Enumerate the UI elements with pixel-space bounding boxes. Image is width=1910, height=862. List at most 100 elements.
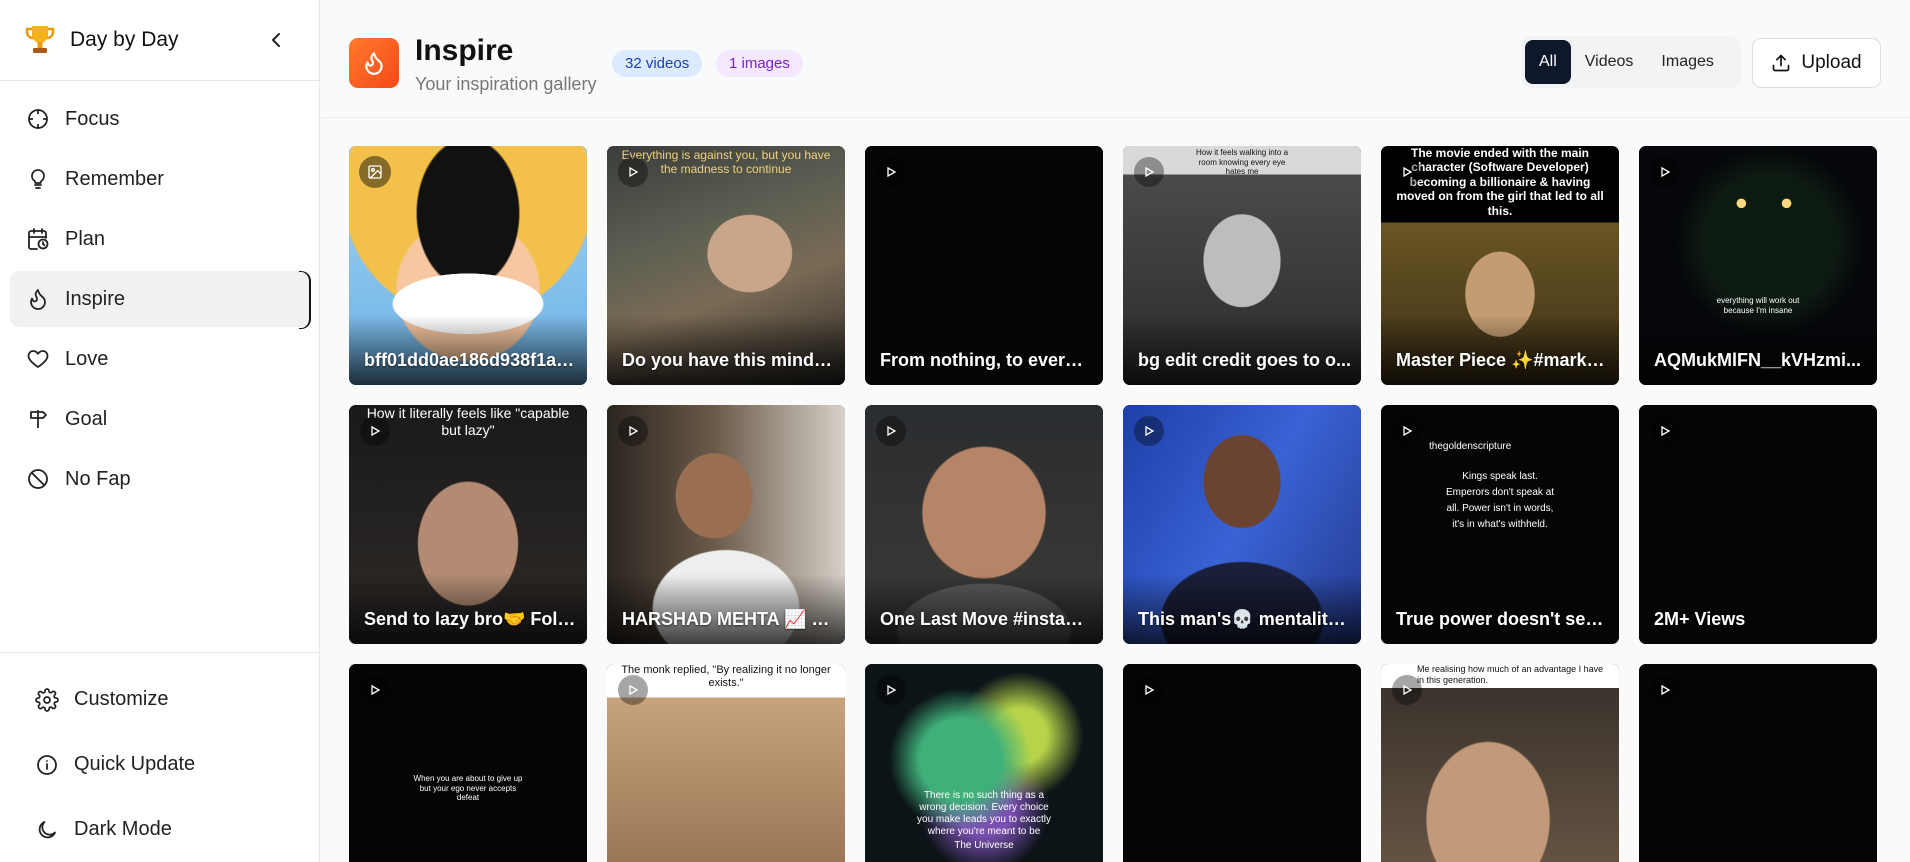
- play-icon: [1392, 675, 1422, 705]
- gallery-caption: This man's💀 mentality ...: [1138, 609, 1351, 629]
- gallery-item[interactable]: How it feels walking into a room knowing…: [1123, 146, 1361, 385]
- gallery-caption: AQMukMlFN__kVHzmi...: [1654, 350, 1862, 370]
- video-overlay-text: There is no such thing as a wrong decisi…: [917, 790, 1051, 837]
- flame-icon: [25, 286, 51, 312]
- sidebar-item-focus[interactable]: Focus: [10, 91, 309, 147]
- video-overlay-text: How it feels walking into a room knowing…: [1195, 148, 1289, 177]
- video-overlay-text: The movie ended with the main character …: [1396, 146, 1604, 218]
- video-overlay-text: everything will work out because I'm ins…: [1716, 296, 1800, 315]
- video-overlay-handle: thegoldenscripture: [1429, 441, 1512, 452]
- images-count-badge: 1 images: [716, 50, 803, 77]
- page-title: Inspire: [415, 34, 514, 67]
- customize-button[interactable]: Customize: [0, 667, 319, 732]
- gallery-caption: Send to lazy bro🤝 Follo...: [364, 609, 577, 629]
- gallery-caption: One Last Move #instago...: [880, 609, 1093, 629]
- brand-header: Day by Day: [0, 0, 319, 81]
- sidebar-item-plan[interactable]: Plan: [10, 211, 309, 267]
- customize-label: Customize: [74, 688, 169, 710]
- sidebar-item-label: Focus: [65, 107, 120, 130]
- chevron-left-icon: [272, 33, 280, 47]
- gallery-item[interactable]: There is no such thing as a wrong decisi…: [865, 664, 1103, 862]
- play-icon: [618, 416, 648, 446]
- sidebar-item-inspire[interactable]: Inspire: [10, 271, 311, 329]
- video-overlay-text: Everything is against you, but you have …: [621, 148, 831, 177]
- play-icon: [1650, 157, 1680, 187]
- sidebar-item-label: Love: [65, 347, 109, 370]
- page-subtitle: Your inspiration gallery: [415, 74, 597, 94]
- gallery-item[interactable]: One Last Move #instago...: [865, 405, 1103, 644]
- play-icon: [360, 416, 390, 446]
- play-icon: [618, 675, 648, 705]
- filter-all[interactable]: All: [1525, 40, 1571, 84]
- video-overlay-text: Kings speak last. Emperors don't speak a…: [1445, 471, 1555, 530]
- heart-icon: [25, 346, 51, 372]
- play-icon: [1134, 675, 1164, 705]
- upload-button[interactable]: Upload: [1752, 38, 1881, 88]
- quick-update-label: Quick Update: [74, 753, 196, 775]
- play-icon: [1134, 157, 1164, 187]
- gallery-item[interactable]: thegoldenscripture Kings speak last. Emp…: [1381, 405, 1619, 644]
- gallery-item[interactable]: Everything is against you, but you have …: [607, 146, 845, 385]
- play-icon: [360, 675, 390, 705]
- sidebar-item-label: Inspire: [65, 287, 126, 310]
- sidebar-item-nofap[interactable]: No Fap: [10, 451, 309, 507]
- gallery-item[interactable]: bff01dd0ae186d938f1af8...: [349, 146, 587, 385]
- gallery-item[interactable]: When you are about to give up but your e…: [349, 664, 587, 862]
- filter-videos[interactable]: Videos: [1571, 40, 1648, 84]
- video-overlay-text: When you are about to give up but your e…: [413, 774, 523, 803]
- sidebar-item-love[interactable]: Love: [10, 331, 309, 387]
- sidebar-bottom: Customize Quick Update Dark Mode: [0, 652, 319, 862]
- gallery-caption: Do you have this minds...: [622, 350, 835, 370]
- play-icon: [1134, 416, 1164, 446]
- gallery-caption: True power doesn't seek...: [1396, 609, 1609, 629]
- sidebar-item-label: Remember: [65, 167, 164, 190]
- play-icon: [1392, 416, 1422, 446]
- gallery-item[interactable]: [1639, 664, 1877, 862]
- play-icon: [876, 675, 906, 705]
- gallery-caption: 2M+ Views: [1654, 609, 1746, 629]
- collapse-sidebar-button[interactable]: [263, 26, 291, 54]
- quick-update-button[interactable]: Quick Update: [0, 732, 319, 797]
- image-icon: [359, 156, 391, 188]
- flame-icon: [349, 38, 399, 88]
- sidebar-item-goal[interactable]: Goal: [10, 391, 309, 447]
- gallery-item[interactable]: From nothing, to everyt...: [865, 146, 1103, 385]
- gallery-item[interactable]: How it literally feels like "capable but…: [349, 405, 587, 644]
- play-icon: [1392, 157, 1422, 187]
- media-filter: All Videos Images: [1521, 36, 1741, 88]
- sidebar-nav: Focus Remember Plan Inspire Love Goal No…: [0, 81, 319, 507]
- play-icon: [618, 157, 648, 187]
- play-icon: [876, 416, 906, 446]
- gallery-item[interactable]: [1123, 664, 1361, 862]
- video-overlay-text: Me realising how much of an advantage I …: [1417, 664, 1604, 685]
- gallery-item[interactable]: Me realising how much of an advantage I …: [1381, 664, 1619, 862]
- video-overlay-text: How it literally feels like "capable but…: [366, 405, 570, 438]
- gallery-caption: bff01dd0ae186d938f1af8...: [364, 350, 577, 370]
- sidebar: Day by Day Focus Remember Plan Inspire L…: [0, 0, 320, 862]
- dark-mode-toggle[interactable]: Dark Mode: [0, 797, 319, 862]
- play-icon: [1650, 675, 1680, 705]
- gallery-caption: Master Piece ✨#markz...: [1396, 350, 1609, 370]
- video-overlay-text: The monk replied, "By realizing it no lo…: [621, 664, 831, 690]
- calendar-clock-icon: [25, 226, 51, 252]
- gallery-item[interactable]: This man's💀 mentality ...: [1123, 405, 1361, 644]
- filter-images[interactable]: Images: [1647, 40, 1727, 84]
- page-header: Inspire Your inspiration gallery 32 vide…: [321, 0, 1910, 118]
- lightbulb-icon: [25, 166, 51, 192]
- sidebar-item-label: Plan: [65, 227, 106, 250]
- gallery-caption: HARSHAD MEHTA 📈 O...: [622, 609, 835, 629]
- gallery-item[interactable]: HARSHAD MEHTA 📈 O...: [607, 405, 845, 644]
- video-overlay-sign: The Universe: [954, 840, 1014, 851]
- gallery-item[interactable]: The monk replied, "By realizing it no lo…: [607, 664, 845, 862]
- main-content: Inspire Your inspiration gallery 32 vide…: [321, 0, 1910, 862]
- signpost-icon: [25, 406, 51, 432]
- sidebar-item-remember[interactable]: Remember: [10, 151, 309, 207]
- gallery-item[interactable]: The movie ended with the main character …: [1381, 146, 1619, 385]
- ban-icon: [25, 466, 51, 492]
- sidebar-item-label: No Fap: [65, 467, 131, 490]
- app-name: Day by Day: [70, 28, 179, 51]
- gallery-item[interactable]: everything will work out because I'm ins…: [1639, 146, 1877, 385]
- crosshair-icon: [25, 106, 51, 132]
- moon-icon: [34, 817, 60, 843]
- gallery-item[interactable]: 2M+ Views: [1639, 405, 1877, 644]
